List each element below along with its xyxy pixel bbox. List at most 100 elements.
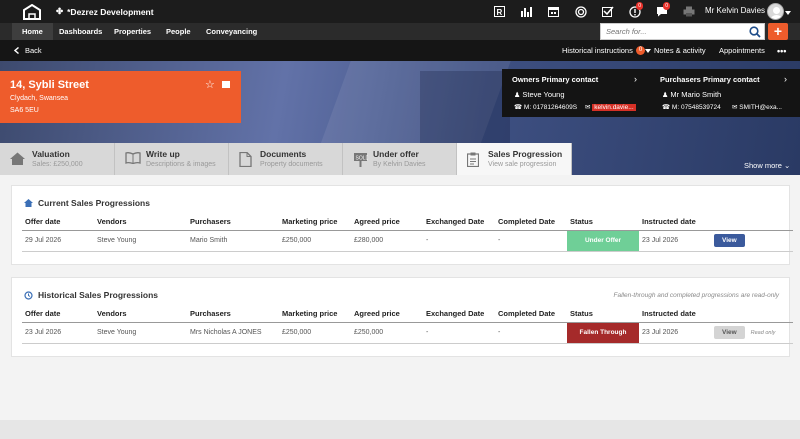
column-header: Completed Date (495, 305, 567, 323)
contacts-panel: Owners Primary contact › ♟ Steve Young ☎… (502, 69, 800, 117)
agency-switcher[interactable]: ✤ *Dezrez Development (56, 6, 154, 17)
property-postcode: SA6 5EU (10, 107, 39, 114)
handshake-icon: ✤ (56, 6, 64, 16)
vendors: Steve Young (94, 230, 187, 252)
nav-properties[interactable]: Properties (104, 23, 161, 40)
purchasers: Mrs Nicholas A JONES (187, 322, 279, 344)
column-header: Vendors (94, 305, 187, 323)
column-header: Agreed price (351, 213, 423, 231)
user-name[interactable]: Mr Kelvin Davies (705, 6, 765, 15)
plus-icon: + (773, 23, 783, 39)
owners-contact[interactable]: Owners Primary contact › ♟ Steve Young ☎… (502, 69, 650, 117)
more-options-icon[interactable]: ••• (777, 46, 786, 56)
owner-name: ♟ Steve Young (514, 90, 565, 99)
owner-email[interactable]: ✉ kelvin.davie... (585, 103, 636, 111)
tab-valuation[interactable]: Valuation Sales: £250,000 (0, 143, 115, 175)
sub-bar: Back Historical instructions 0 Notes & a… (0, 40, 800, 61)
column-header: Marketing price (279, 305, 351, 323)
search-icon[interactable] (749, 26, 761, 38)
purchaser-mobile[interactable]: ☎ M: 07548539724 (662, 103, 721, 111)
search-input[interactable] (601, 24, 746, 39)
owners-contact-heading: Owners Primary contact (512, 75, 599, 84)
column-header: Purchasers (187, 213, 279, 231)
purchaser-email[interactable]: ✉ SMITH@exa... (732, 103, 782, 111)
phone-icon: ☎ (514, 104, 523, 111)
tasks-icon[interactable] (594, 4, 621, 19)
purchasers-contact-heading: Purchasers Primary contact (660, 75, 760, 84)
back-button[interactable]: Back (14, 46, 42, 55)
print-icon[interactable] (675, 4, 702, 19)
target-icon[interactable] (567, 4, 594, 19)
house-icon (10, 152, 25, 165)
notes-activity-button[interactable]: Notes & activity (645, 46, 706, 55)
read-only-note: Fallen-through and completed progression… (613, 292, 779, 299)
offer-date: 29 Jul 2026 (22, 230, 94, 252)
messages-icon[interactable]: 0 (648, 2, 675, 19)
instructed-date: 23 Jul 2026 (639, 322, 711, 344)
tab-under-offer[interactable]: SOLD Under offer By Kelvin Davies (343, 143, 457, 175)
purchasers-contact[interactable]: Purchasers Primary contact › ♟ Mr Mario … (650, 69, 800, 117)
tab-sales-progression[interactable]: Sales Progression View sale progression (457, 143, 572, 175)
svg-text:R: R (497, 8, 503, 17)
property-tabs: Valuation Sales: £250,000 Write up Descr… (0, 143, 572, 175)
tab-write-up[interactable]: Write up Descriptions & images (115, 143, 229, 175)
card-icon[interactable] (222, 81, 230, 88)
column-header: Offer date (22, 305, 94, 323)
column-header: Offer date (22, 213, 94, 231)
alerts-icon[interactable]: 0 (621, 2, 648, 19)
owner-mobile[interactable]: ☎ M: 01781264609S (514, 103, 577, 111)
historical-progressions-table: Offer date Vendors Purchasers Marketing … (22, 305, 793, 344)
chevron-left-icon (14, 47, 19, 54)
property-locality: Clydach, Swansea (10, 95, 68, 102)
chevron-right-icon[interactable]: › (634, 74, 637, 84)
status-badge: Fallen Through (567, 322, 639, 343)
add-button[interactable]: + (768, 23, 788, 40)
property-title: 14, Sybli Street (10, 79, 89, 91)
current-progressions-panel: Current Sales Progressions Offer date Ve… (11, 185, 793, 265)
nav-dashboards[interactable]: Dashboards (49, 23, 112, 40)
agreed-price: £280,000 (351, 230, 423, 252)
nav-people[interactable]: People (156, 23, 201, 40)
column-header: Purchasers (187, 305, 279, 323)
person-icon: ♟ (514, 92, 521, 99)
mail-icon: ✉ (585, 104, 591, 111)
search-box (600, 23, 765, 40)
historical-progressions-panel: Historical Sales Progressions Fallen-thr… (11, 277, 793, 357)
person-icon: ♟ (662, 92, 669, 99)
nav-home[interactable]: Home (12, 23, 53, 40)
chevron-down-icon[interactable] (785, 11, 791, 15)
view-button[interactable]: View (714, 234, 745, 247)
user-avatar-icon (770, 7, 783, 19)
current-progressions-table: Offer date Vendors Purchasers Marketing … (22, 213, 793, 252)
home-icon (24, 199, 33, 207)
instructed-date: 23 Jul 2026 (639, 230, 711, 252)
panel-title: Historical Sales Progressions (24, 290, 158, 300)
historical-instructions-button[interactable]: Historical instructions 0 (562, 46, 646, 55)
table-row: 23 Jul 2026 Steve Young Mrs Nicholas A J… (22, 322, 793, 344)
show-more-button[interactable]: Show more ⌄ (744, 161, 790, 170)
nav-conveyancing[interactable]: Conveyancing (196, 23, 267, 40)
column-header: Exchanged Date (423, 213, 495, 231)
agency-name: *Dezrez Development (67, 6, 154, 17)
column-header: Vendors (94, 213, 187, 231)
calendar-icon[interactable] (540, 4, 567, 19)
chart-icon[interactable] (513, 4, 540, 19)
view-button[interactable]: View (714, 326, 745, 339)
home-logo-icon[interactable] (22, 4, 42, 20)
reports-icon[interactable]: R (486, 4, 513, 19)
avatar[interactable] (767, 3, 784, 20)
table-header-row: Offer date Vendors Purchasers Marketing … (22, 213, 793, 231)
notes-activity-label: Notes & activity (654, 46, 706, 55)
historical-instructions-label: Historical instructions (562, 46, 633, 55)
column-header: Instructed date (639, 305, 711, 323)
panel-title: Current Sales Progressions (24, 198, 150, 208)
footer-bar (0, 420, 800, 439)
content-area: Current Sales Progressions Offer date Ve… (0, 175, 800, 420)
column-header: Instructed date (639, 213, 711, 231)
top-bar: ✤ *Dezrez Development R 0 0 Mr Kelvin Da… (0, 0, 800, 23)
appointments-button[interactable]: Appointments (719, 46, 765, 55)
chevron-right-icon[interactable]: › (784, 74, 787, 84)
marketing-price: £250,000 (279, 322, 351, 344)
tab-documents[interactable]: Documents Property documents (229, 143, 343, 175)
favourite-star-icon[interactable]: ☆ (205, 78, 215, 91)
